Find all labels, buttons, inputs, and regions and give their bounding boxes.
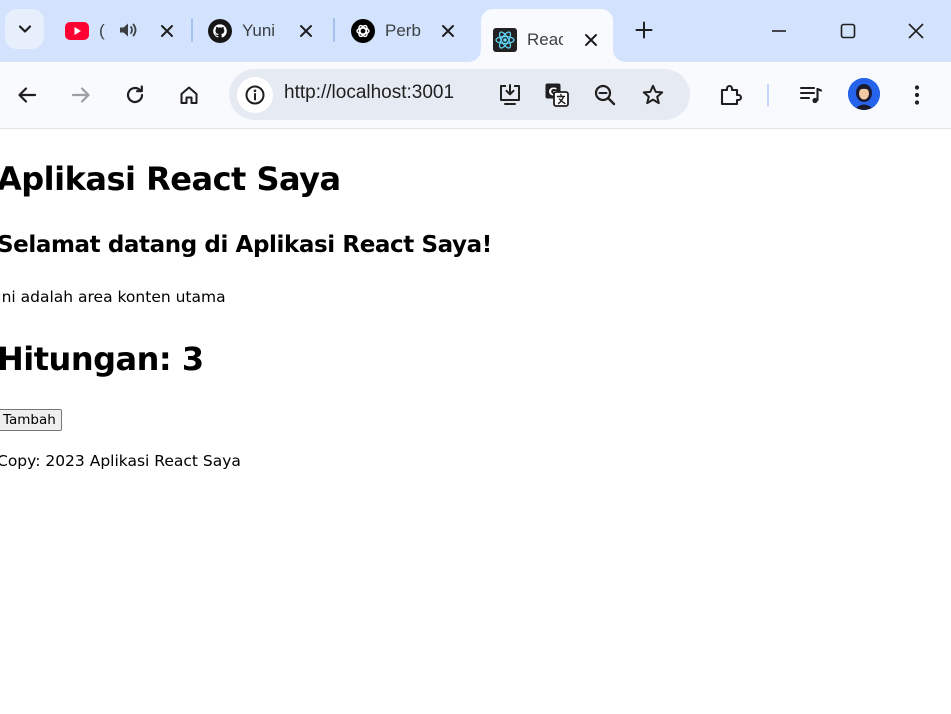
tab-separator <box>191 18 193 42</box>
zoom-button[interactable] <box>590 80 620 110</box>
chevron-down-icon <box>18 25 31 33</box>
tab-title: Perb <box>385 21 421 40</box>
minimize-button[interactable] <box>757 14 801 48</box>
close-tab-icon[interactable] <box>296 21 316 41</box>
arrow-left-icon <box>18 87 37 103</box>
maximize-button[interactable] <box>826 14 870 48</box>
plus-icon <box>635 21 653 39</box>
site-info-button[interactable] <box>237 77 273 113</box>
profile-picture-icon <box>848 78 880 110</box>
close-tab-icon[interactable] <box>438 21 458 41</box>
browser-tab-strip: ( Yuni Perb Reac <box>0 0 951 62</box>
bookmark-button[interactable] <box>638 80 668 110</box>
main-content-text: Ini adalah area konten utama <box>0 288 226 306</box>
footer-text: Copy: 2023 Aplikasi React Saya <box>0 452 241 470</box>
increment-button[interactable]: Tambah <box>0 409 62 431</box>
reload-icon <box>126 85 144 104</box>
playlist-music-icon <box>799 86 823 104</box>
back-button[interactable] <box>11 79 43 111</box>
tab-title: Reac <box>527 30 563 49</box>
home-icon <box>180 86 198 104</box>
tab-chatgpt[interactable]: Perb <box>351 11 458 51</box>
close-tab-icon[interactable] <box>581 30 601 50</box>
profile-avatar[interactable] <box>848 78 880 110</box>
url-text[interactable]: http://localhost:3001 <box>284 82 480 104</box>
app-title: Aplikasi React Saya <box>0 160 341 198</box>
extensions-button[interactable] <box>715 79 747 111</box>
close-window-button[interactable] <box>894 14 938 48</box>
openai-icon <box>351 19 375 43</box>
translate-button[interactable]: G <box>542 80 572 110</box>
zoom-out-icon <box>594 84 616 106</box>
minimize-icon <box>772 30 786 32</box>
welcome-heading: Selamat datang di Aplikasi React Saya! <box>0 232 492 258</box>
maximize-icon <box>840 23 856 39</box>
install-app-button[interactable] <box>495 80 525 110</box>
home-button[interactable] <box>173 79 205 111</box>
address-bar[interactable]: http://localhost:3001 G <box>229 69 690 120</box>
close-tab-icon[interactable] <box>157 21 177 41</box>
info-icon <box>245 85 265 105</box>
tab-title: ( <box>99 21 105 40</box>
toolbar-divider <box>767 84 769 106</box>
install-icon <box>500 84 520 105</box>
puzzle-icon <box>720 84 743 106</box>
browser-toolbar: http://localhost:3001 G <box>0 62 951 129</box>
tab-react-active[interactable]: Reac <box>469 9 625 62</box>
close-icon <box>908 23 924 39</box>
audio-playing-icon[interactable] <box>118 20 138 44</box>
browser-menu-button[interactable] <box>901 79 933 111</box>
tab-title: Yuni <box>242 21 276 40</box>
forward-button[interactable] <box>65 79 97 111</box>
translate-icon: G <box>545 83 569 107</box>
page-viewport: Aplikasi React Saya Selamat datang di Ap… <box>0 130 951 714</box>
counter-display: Hitungan: 3 <box>0 340 204 378</box>
arrow-right-icon <box>71 87 90 103</box>
github-icon <box>208 19 232 43</box>
tab-github[interactable]: Yuni <box>208 11 316 51</box>
media-controls-button[interactable] <box>795 79 827 111</box>
star-icon <box>642 84 664 105</box>
tab-separator <box>333 18 335 42</box>
reload-button[interactable] <box>119 79 151 111</box>
youtube-icon <box>65 19 89 43</box>
tab-search-button[interactable] <box>5 9 44 49</box>
more-vertical-icon <box>914 85 920 105</box>
tab-youtube[interactable]: ( <box>65 11 177 51</box>
react-icon <box>493 28 517 52</box>
new-tab-button[interactable] <box>631 17 657 43</box>
